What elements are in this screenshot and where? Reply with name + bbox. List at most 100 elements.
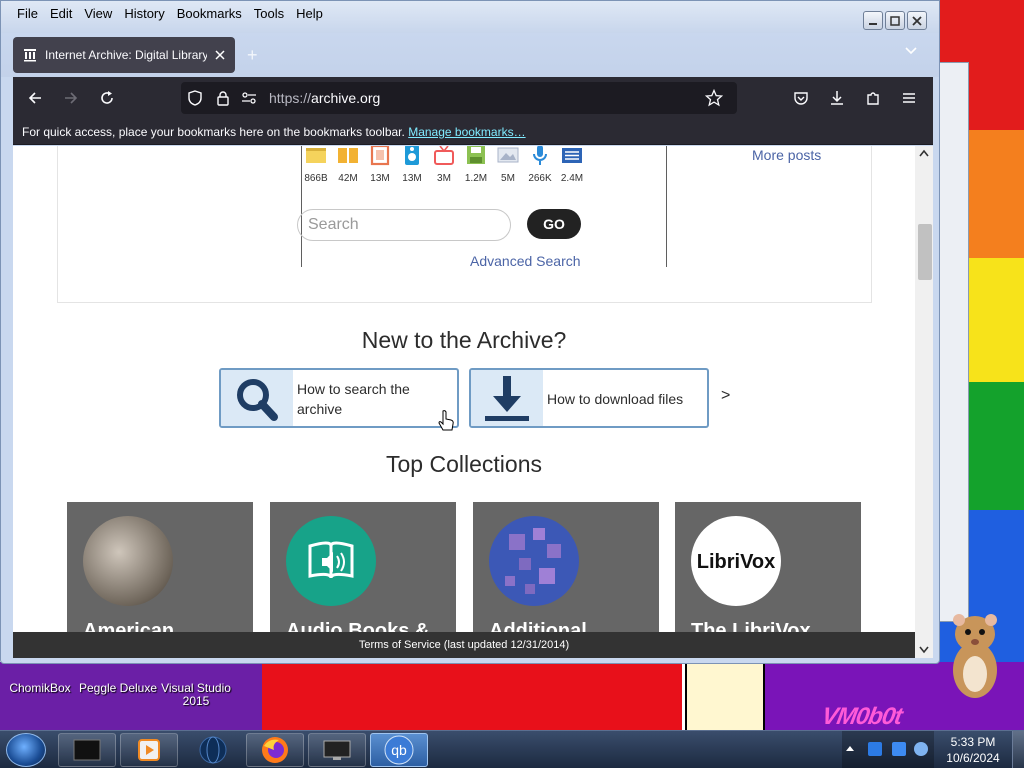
new-tab-button[interactable]: + xyxy=(247,45,258,66)
media-count: 13M xyxy=(370,173,390,184)
menu-view[interactable]: View xyxy=(78,5,118,23)
chevron-down-icon[interactable] xyxy=(903,43,919,59)
permissions-icon[interactable] xyxy=(241,90,257,106)
scroll-down-icon[interactable] xyxy=(919,646,929,654)
media-audio-mic[interactable]: 266K xyxy=(524,146,556,184)
wallpaper-red xyxy=(262,662,682,730)
menu-bookmarks[interactable]: Bookmarks xyxy=(171,5,248,23)
pocket-button[interactable] xyxy=(787,85,815,111)
tab-internet-archive[interactable]: Internet Archive: Digital Library xyxy=(13,37,235,73)
arrow-right-icon xyxy=(65,92,78,104)
taskbar-app-qbittorrent[interactable]: qb xyxy=(370,733,428,767)
forward-button[interactable] xyxy=(57,85,85,111)
lock-icon[interactable] xyxy=(215,90,231,106)
menu-edit[interactable]: Edit xyxy=(44,5,78,23)
menu-history[interactable]: History xyxy=(118,5,170,23)
media-tv[interactable]: 3M xyxy=(428,146,460,184)
terms-of-service-bar[interactable]: Terms of Service (last updated 12/31/201… xyxy=(13,632,915,658)
system-tray xyxy=(842,731,934,768)
media-count: 3M xyxy=(437,173,451,184)
svg-text:LibriVox: LibriVox xyxy=(697,551,776,573)
url-host: archive.org xyxy=(311,90,381,106)
media-images[interactable]: 5M xyxy=(492,146,524,184)
tray-expand-icon[interactable] xyxy=(846,745,854,753)
media-audio[interactable]: 13M xyxy=(396,146,428,184)
tab-close-icon[interactable] xyxy=(215,50,225,60)
clock[interactable]: 5:33 PM 10/6/2024 xyxy=(934,734,1012,766)
tab-title: Internet Archive: Digital Library xyxy=(45,48,207,62)
desktop-icon-chomikbox[interactable]: ChomikBox xyxy=(6,682,74,695)
arrow-left-icon xyxy=(28,92,41,104)
taskbar-app-terminal[interactable] xyxy=(58,733,116,767)
howto-label: How to search the archive xyxy=(297,381,410,417)
audiobook-icon xyxy=(308,541,354,579)
tv-icon xyxy=(434,146,454,165)
minimize-button[interactable] xyxy=(863,11,883,30)
media-player-icon xyxy=(138,739,160,761)
desktop-icon-visual-studio[interactable]: Visual Studio 2015 xyxy=(160,682,232,708)
url-text[interactable]: https://archive.org xyxy=(269,90,380,106)
go-button[interactable]: GO xyxy=(527,209,581,239)
hamburger-icon xyxy=(903,93,915,103)
back-button[interactable] xyxy=(21,85,49,111)
display-icon[interactable] xyxy=(892,742,906,756)
menubar: File Edit View History Bookmarks Tools H… xyxy=(11,5,329,23)
web-icon xyxy=(306,148,326,163)
volume-icon[interactable] xyxy=(914,742,928,756)
howto-icon-box xyxy=(221,370,293,426)
taskbar-app-media-player[interactable] xyxy=(120,733,178,767)
media-video[interactable]: 13M xyxy=(364,146,396,184)
shield-icon[interactable] xyxy=(187,90,203,106)
maximize-button[interactable] xyxy=(885,11,905,30)
page-content: 866B 42M 13M 13M 3M 1.2M 5M 266K 2.4M Se… xyxy=(13,146,915,658)
tab-strip: Internet Archive: Digital Library + xyxy=(1,33,939,77)
collection-image xyxy=(286,516,376,606)
pocket-icon xyxy=(794,92,808,105)
taskbar: qb 5:33 PM 10/6/2024 xyxy=(0,730,1024,768)
close-button[interactable] xyxy=(907,11,927,30)
menu-tools[interactable]: Tools xyxy=(248,5,290,23)
media-web[interactable]: 866B xyxy=(300,146,332,184)
app-menu-button[interactable] xyxy=(895,85,923,111)
extensions-button[interactable] xyxy=(859,85,887,111)
network-icon[interactable] xyxy=(868,742,882,756)
downloads-button[interactable] xyxy=(823,85,851,111)
menu-file[interactable]: File xyxy=(11,5,44,23)
advanced-search-link[interactable]: Advanced Search xyxy=(470,253,581,269)
howto-search-card[interactable]: How to search the archive xyxy=(219,368,459,428)
list-icon xyxy=(562,148,582,163)
media-types: 866B 42M 13M 13M 3M 1.2M 5M 266K 2.4M xyxy=(300,146,590,192)
media-lists[interactable]: 2.4M xyxy=(556,146,588,184)
vertical-scrollbar[interactable] xyxy=(915,146,933,658)
desktop-icon-peggle[interactable]: Peggle Deluxe xyxy=(78,682,158,695)
media-count: 866B xyxy=(304,173,328,184)
url-bar[interactable]: https://archive.org xyxy=(181,82,737,114)
media-software[interactable]: 1.2M xyxy=(460,146,492,184)
search-input[interactable]: Search xyxy=(297,209,511,241)
svg-text:qb: qb xyxy=(391,742,407,758)
taskbar-app-globe[interactable] xyxy=(184,733,242,767)
software-icon xyxy=(467,146,485,164)
url-prefix: https:// xyxy=(269,90,312,106)
manage-bookmarks-link[interactable]: Manage bookmarks… xyxy=(408,125,525,139)
media-texts[interactable]: 42M xyxy=(332,146,364,184)
show-desktop-button[interactable] xyxy=(1012,731,1024,768)
background-window[interactable] xyxy=(935,62,969,622)
scroll-up-icon[interactable] xyxy=(919,149,929,157)
carousel-next-button[interactable]: > xyxy=(721,387,730,405)
media-count: 42M xyxy=(338,173,358,184)
page-viewport: 866B 42M 13M 13M 3M 1.2M 5M 266K 2.4M Se… xyxy=(13,146,933,658)
more-posts-link[interactable]: More posts xyxy=(752,147,821,163)
bookmarks-toolbar: For quick access, place your bookmarks h… xyxy=(13,119,933,145)
browser-window: File Edit View History Bookmarks Tools H… xyxy=(0,0,940,664)
taskbar-app-firefox[interactable] xyxy=(246,733,304,767)
scrollbar-thumb[interactable] xyxy=(918,224,932,280)
taskbar-app-monitor[interactable] xyxy=(308,733,366,767)
star-icon[interactable] xyxy=(705,89,723,107)
download-icon xyxy=(831,91,843,105)
howto-download-card[interactable]: How to download files xyxy=(469,368,709,428)
reload-button[interactable] xyxy=(93,85,121,111)
menu-help[interactable]: Help xyxy=(290,5,329,23)
microphone-icon xyxy=(533,146,547,165)
start-button[interactable] xyxy=(6,733,46,767)
